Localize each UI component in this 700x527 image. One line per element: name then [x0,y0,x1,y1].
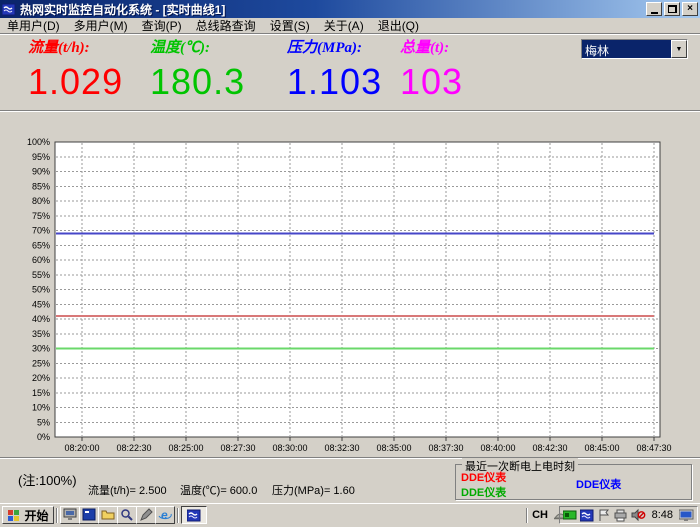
speaker-muted-icon[interactable] [631,508,646,522]
dde-meter-1: DDE仪表 [461,469,506,485]
y-tick-label: 40% [32,314,50,324]
display-icon[interactable] [679,508,694,522]
y-tick-label: 70% [32,226,50,236]
scale-flow: 流量(t/h)= 2.500 [88,482,167,498]
svg-text:e: e [161,508,168,522]
scale-temperature: 温度(℃)= 600.0 [180,482,257,498]
taskbar-separator [56,508,58,523]
window-title: 热网实时监控自动化系统 - [实时曲线1] [20,1,644,18]
x-tick-label: 08:25:00 [168,443,203,453]
menu-item-busline-query[interactable]: 总线路查询 [189,17,263,34]
readout-temperature-label: 温度(℃): [150,36,245,57]
y-tick-label: 35% [32,329,50,339]
scale-note: (注:100%) [18,470,77,489]
close-button[interactable]: × [682,2,698,16]
y-tick-label: 80% [32,196,50,206]
active-task-button[interactable] [181,506,207,524]
clock[interactable]: 8:48 [649,509,676,521]
app-logo-icon[interactable] [580,508,594,522]
y-tick-label: 5% [37,417,50,427]
readout-flow: 流量(t/h): 1.029 [28,36,123,103]
taskbar: 开始 e CH [0,503,700,525]
power-event-panel: 最近一次断电上电时刻 DDE仪表 DDE仪表 DDE仪表 [455,464,692,500]
readout-total: 总量(t): 103 [400,36,463,103]
readout-pressure-value: 1.103 [287,61,382,103]
folder-icon[interactable] [98,506,118,524]
readout-flow-value: 1.029 [28,61,123,103]
chevron-down-icon[interactable]: ▼ [671,40,687,58]
y-tick-label: 75% [32,211,50,221]
y-tick-label: 45% [32,299,50,309]
menu-separator [0,33,700,35]
readout-temperature-value: 180.3 [150,61,245,103]
windows-logo-icon [7,508,21,522]
readout-pressure-label: 压力(MPa): [287,36,382,57]
readout-total-value: 103 [400,61,463,103]
menu-item-multi-user[interactable]: 多用户(M) [67,17,135,34]
station-combobox-value[interactable]: 梅林 [582,40,671,58]
y-tick-label: 25% [32,358,50,368]
scale-pressure: 压力(MPa)= 1.60 [272,482,355,498]
y-tick-label: 100% [27,137,50,147]
search-icon[interactable] [117,506,137,524]
station-combobox[interactable]: 梅林 ▼ [581,39,688,59]
x-tick-label: 08:27:30 [220,443,255,453]
y-tick-label: 20% [32,373,50,383]
x-tick-label: 08:30:00 [272,443,307,453]
taskbar-separator [177,508,179,523]
pen-icon[interactable] [136,506,156,524]
readout-total-label: 总量(t): [400,36,463,57]
x-tick-label: 08:42:30 [532,443,567,453]
y-tick-label: 15% [32,388,50,398]
chart-bottom-separator [0,457,700,459]
y-tick-label: 0% [37,432,50,442]
x-tick-label: 08:47:30 [636,443,671,453]
y-tick-label: 50% [32,285,50,295]
y-tick-label: 65% [32,240,50,250]
x-tick-label: 08:32:30 [324,443,359,453]
start-button[interactable]: 开始 [2,506,54,524]
flag-icon[interactable] [597,508,611,522]
y-tick-label: 95% [32,152,50,162]
ie-icon[interactable]: e [155,506,175,524]
realtime-trend-chart: 0% 5% 10% 15% 20% 25% 30% 35% 40% 45% 50% 55% 60% 65%… [0,112,700,457]
menu-item-settings[interactable]: 设置(S) [263,17,317,34]
title-bar: 热网实时监控自动化系统 - [实时曲线1] × [0,0,700,18]
menu-bar: 单用户(D) 多用户(M) 查询(P) 总线路查询 设置(S) 关于(A) 退出… [0,18,700,33]
x-tick-label: 08:40:00 [480,443,515,453]
terminal-icon[interactable] [79,506,99,524]
y-tick-label: 85% [32,181,50,191]
workstation-icon[interactable] [60,506,80,524]
y-tick-label: 10% [32,403,50,413]
restore-button[interactable] [664,2,680,16]
x-tick-label: 08:45:00 [584,443,619,453]
card-icon[interactable] [563,508,577,522]
minimize-button[interactable] [646,2,662,16]
readout-pressure: 压力(MPa): 1.103 [287,36,382,103]
y-tick-label: 30% [32,344,50,354]
x-tick-label: 08:20:00 [64,443,99,453]
readout-flow-label: 流量(t/h): [28,36,123,57]
y-tick-label: 55% [32,270,50,280]
app-logo-icon [187,508,201,522]
menu-item-single-user[interactable]: 单用户(D) [0,17,67,34]
menu-item-query[interactable]: 查询(P) [135,17,189,34]
language-indicator[interactable]: CH [532,509,548,521]
app-window: 热网实时监控自动化系统 - [实时曲线1] × 单用户(D) 多用户(M) 查询… [0,0,700,525]
menu-item-about[interactable]: 关于(A) [317,17,371,34]
app-logo-icon[interactable] [2,2,16,16]
start-button-label: 开始 [24,507,48,524]
readout-temperature: 温度(℃): 180.3 [150,36,245,103]
y-tick-label: 60% [32,255,50,265]
x-tick-label: 08:35:00 [376,443,411,453]
x-tick-label: 08:22:30 [116,443,151,453]
y-tick-label: 90% [32,167,50,177]
menu-item-exit[interactable]: 退出(Q) [371,17,426,34]
printer-icon[interactable] [614,508,628,522]
taskbar-separator [526,508,528,523]
x-tick-label: 08:37:30 [428,443,463,453]
dde-meter-2: DDE仪表 [461,484,506,500]
system-tray: 8:48 [559,506,698,524]
dde-meter-3: DDE仪表 [576,476,621,492]
